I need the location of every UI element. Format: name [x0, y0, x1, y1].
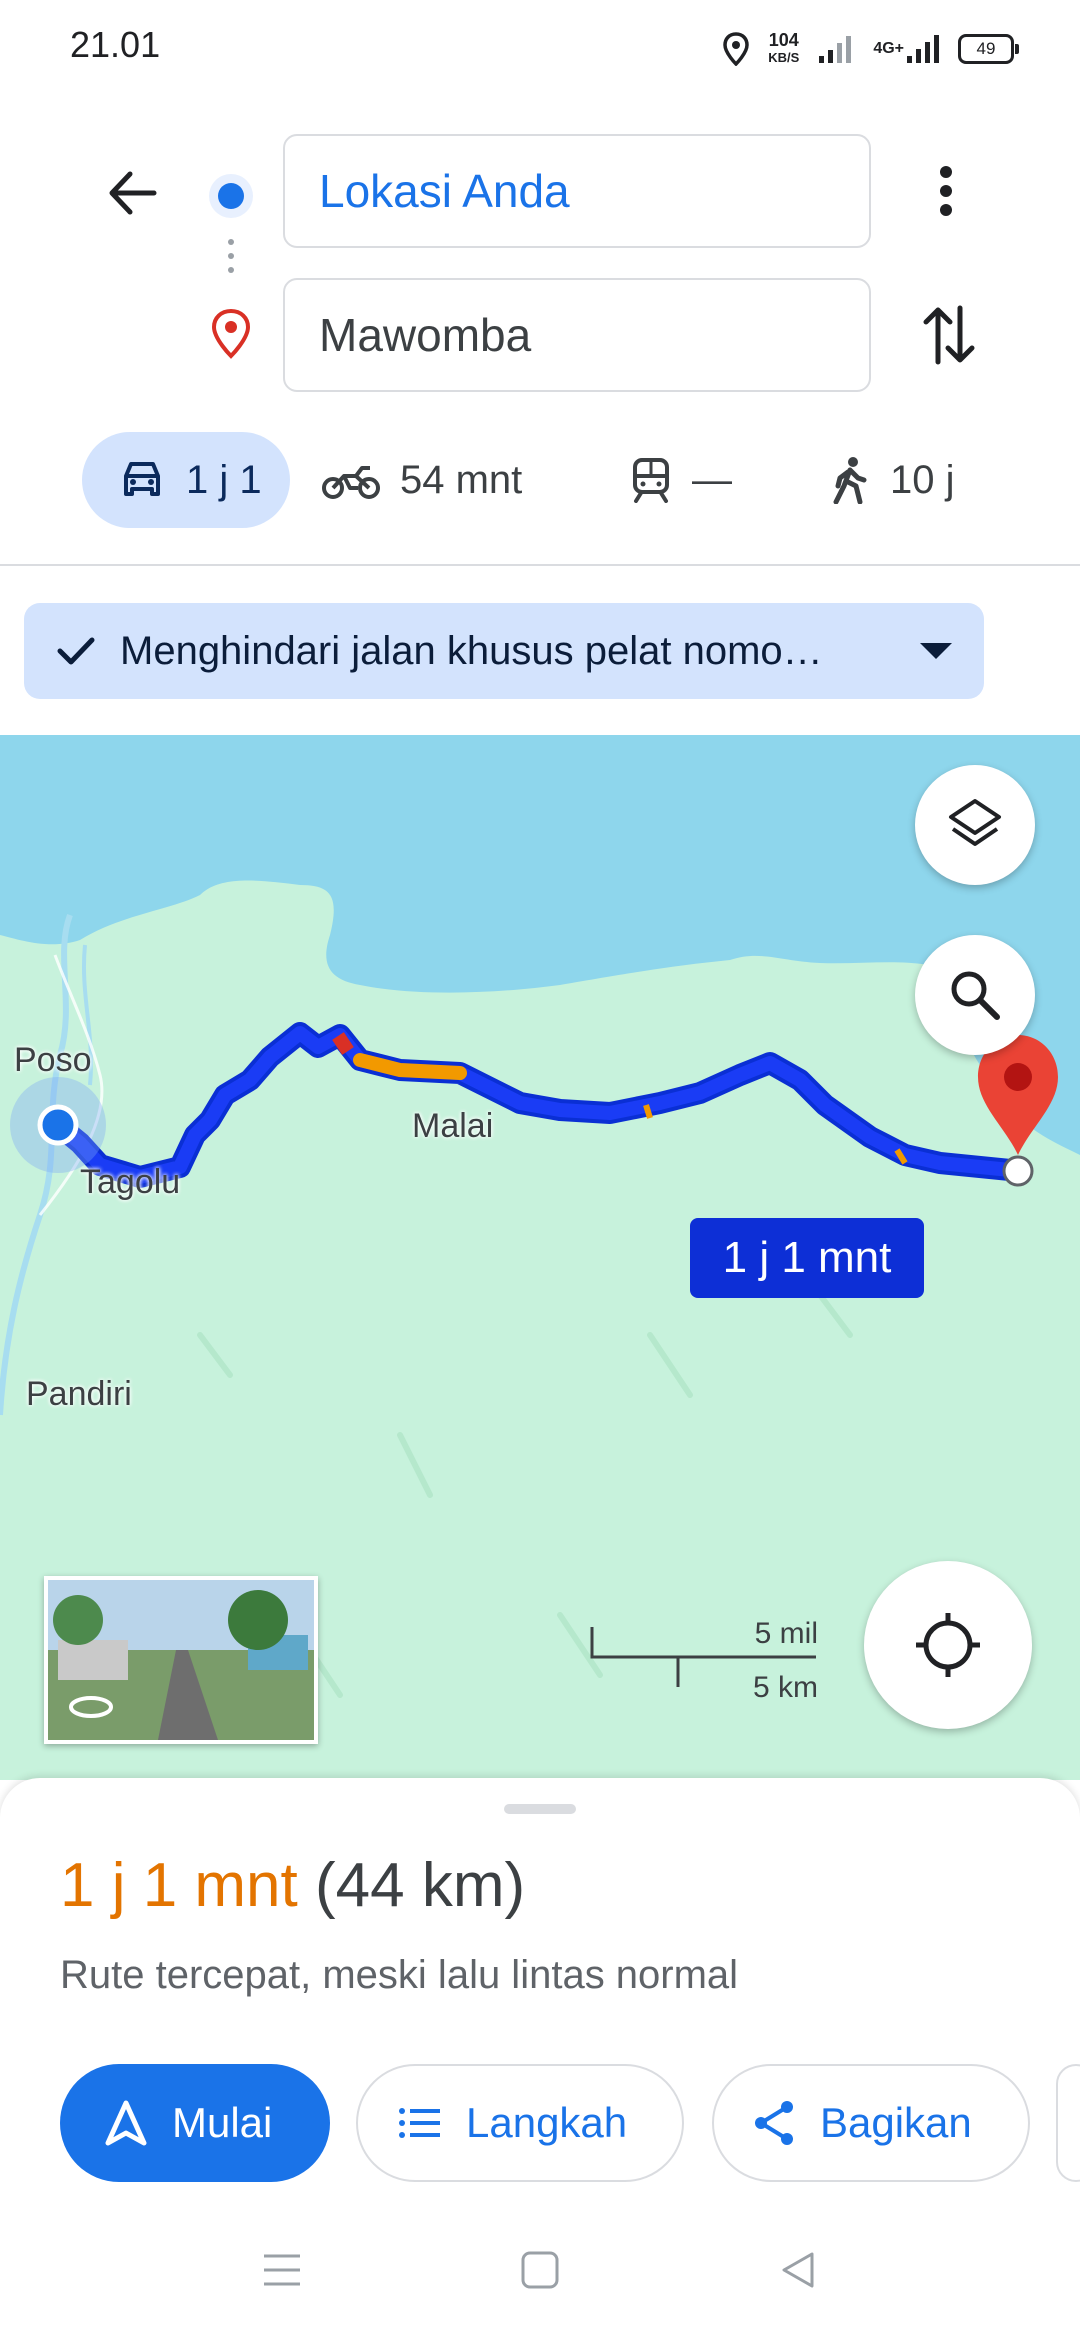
- network-4g: 4G+: [873, 34, 940, 64]
- steps-label: Langkah: [466, 2099, 628, 2146]
- more-vert-icon: [940, 166, 952, 216]
- route-dots: [227, 238, 235, 288]
- my-location-button[interactable]: [864, 1561, 1032, 1729]
- battery-indicator: 49: [958, 34, 1019, 64]
- status-icons: 104 KB/S 4G+ 49: [722, 26, 1019, 72]
- location-icon: [723, 32, 750, 66]
- destination-point: [1002, 1155, 1034, 1187]
- start-label: Mulai: [172, 2099, 273, 2146]
- travel-mode-tabs: 1 j 1 54 mnt — 10 j: [0, 432, 1080, 528]
- search-icon: [951, 971, 1000, 1020]
- signal-strong-icon: [907, 35, 939, 63]
- home-button[interactable]: [520, 2250, 560, 2295]
- map-search-button[interactable]: [915, 935, 1035, 1055]
- triangle-back-icon: [782, 2252, 814, 2288]
- network-type: 4G+: [873, 40, 904, 57]
- list-icon: [399, 2108, 440, 2138]
- map-label-poso: Poso: [14, 1041, 92, 1079]
- route-distance: (44 km): [315, 1851, 526, 1920]
- swap-button[interactable]: [918, 302, 980, 368]
- transit-icon: [633, 458, 669, 503]
- status-time: 21.01: [70, 24, 161, 65]
- sheet-drag-handle[interactable]: [504, 1804, 576, 1814]
- layers-icon: [949, 799, 1001, 846]
- header-divider: [0, 564, 1080, 566]
- route-description: Rute tercepat, meski lalu lintas normal: [60, 1953, 739, 1997]
- destination-input[interactable]: Mawomba: [283, 278, 871, 392]
- share-icon: [755, 2101, 793, 2145]
- traffic-slow-mark-1: [643, 1104, 653, 1119]
- check-icon: [57, 637, 95, 665]
- street-view-thumbnail[interactable]: [44, 1576, 318, 1744]
- origin-dot: [37, 1104, 79, 1146]
- share-label: Bagikan: [820, 2099, 972, 2146]
- net-speed: 104 KB/S: [768, 31, 799, 67]
- more-options-button[interactable]: [920, 160, 972, 222]
- map-label-tagolu: Tagolu: [80, 1163, 181, 1201]
- mode-label-transit: —: [692, 457, 732, 502]
- route-option-label: Menghindari jalan khusus pelat nomo…: [120, 628, 823, 673]
- scale-imperial: 5 mil: [754, 1617, 818, 1650]
- route-eta-bubble[interactable]: 1 j 1 mnt: [690, 1218, 924, 1298]
- share-button[interactable]: Bagikan: [712, 2064, 1030, 2182]
- square-icon: [521, 2251, 559, 2289]
- sea-area: [0, 735, 1080, 1155]
- system-navigation-bar: [0, 2230, 1080, 2320]
- map-label-pandiri: Pandiri: [26, 1375, 132, 1413]
- car-icon: [124, 462, 160, 496]
- menu-icon: [264, 2254, 300, 2286]
- mode-label-car: 1 j 1: [186, 457, 262, 502]
- route-eta: 1 j 1 mnt: [60, 1851, 298, 1920]
- layers-button[interactable]: [915, 765, 1035, 885]
- signal-icon: [819, 36, 852, 63]
- destination-pin-icon: [210, 308, 252, 360]
- mode-label-walk: 10 j: [890, 457, 955, 502]
- scale-metric: 5 km: [752, 1671, 818, 1704]
- origin-input[interactable]: Lokasi Anda: [283, 134, 871, 248]
- arrow-left-icon: [109, 171, 157, 215]
- net-speed-unit: KB/S: [768, 50, 800, 65]
- destination-pin-hole: [1004, 1063, 1032, 1091]
- mode-tab-car[interactable]: 1 j 1: [82, 432, 290, 528]
- mode-tab-motorcycle[interactable]: 54 mnt: [322, 432, 522, 528]
- swap-vertical-icon: [923, 305, 975, 365]
- back-button[interactable]: [100, 160, 166, 226]
- more-actions-button[interactable]: [1056, 2064, 1080, 2182]
- dropdown-arrow-icon: [920, 643, 952, 659]
- mode-tab-walk[interactable]: 10 j: [830, 432, 955, 528]
- crosshair-icon: [916, 1613, 980, 1677]
- walk-icon: [833, 457, 867, 504]
- route-summary: 1 j 1 mnt (44 km): [60, 1850, 525, 1921]
- recents-button[interactable]: [262, 2250, 302, 2295]
- navigation-arrow-icon: [105, 2100, 147, 2146]
- route-option-chip[interactable]: Menghindari jalan khusus pelat nomo…: [24, 603, 984, 699]
- system-back-button[interactable]: [778, 2250, 818, 2295]
- map-scale: 5 mil 5 km: [590, 1615, 820, 1704]
- steps-button[interactable]: Langkah: [356, 2064, 684, 2182]
- mode-tab-transit[interactable]: —: [630, 432, 732, 528]
- origin-dot-icon: [205, 170, 257, 222]
- traffic-jam-segment: [332, 1032, 354, 1055]
- start-button[interactable]: Mulai: [60, 2064, 330, 2182]
- net-speed-value: 104: [768, 30, 799, 50]
- route-line-inner: [51, 1026, 1017, 1184]
- motorcycle-icon: [322, 466, 380, 499]
- map-label-malai: Malai: [412, 1107, 494, 1145]
- mode-label-motorcycle: 54 mnt: [400, 457, 523, 502]
- rotate-360-icon: [69, 1696, 113, 1718]
